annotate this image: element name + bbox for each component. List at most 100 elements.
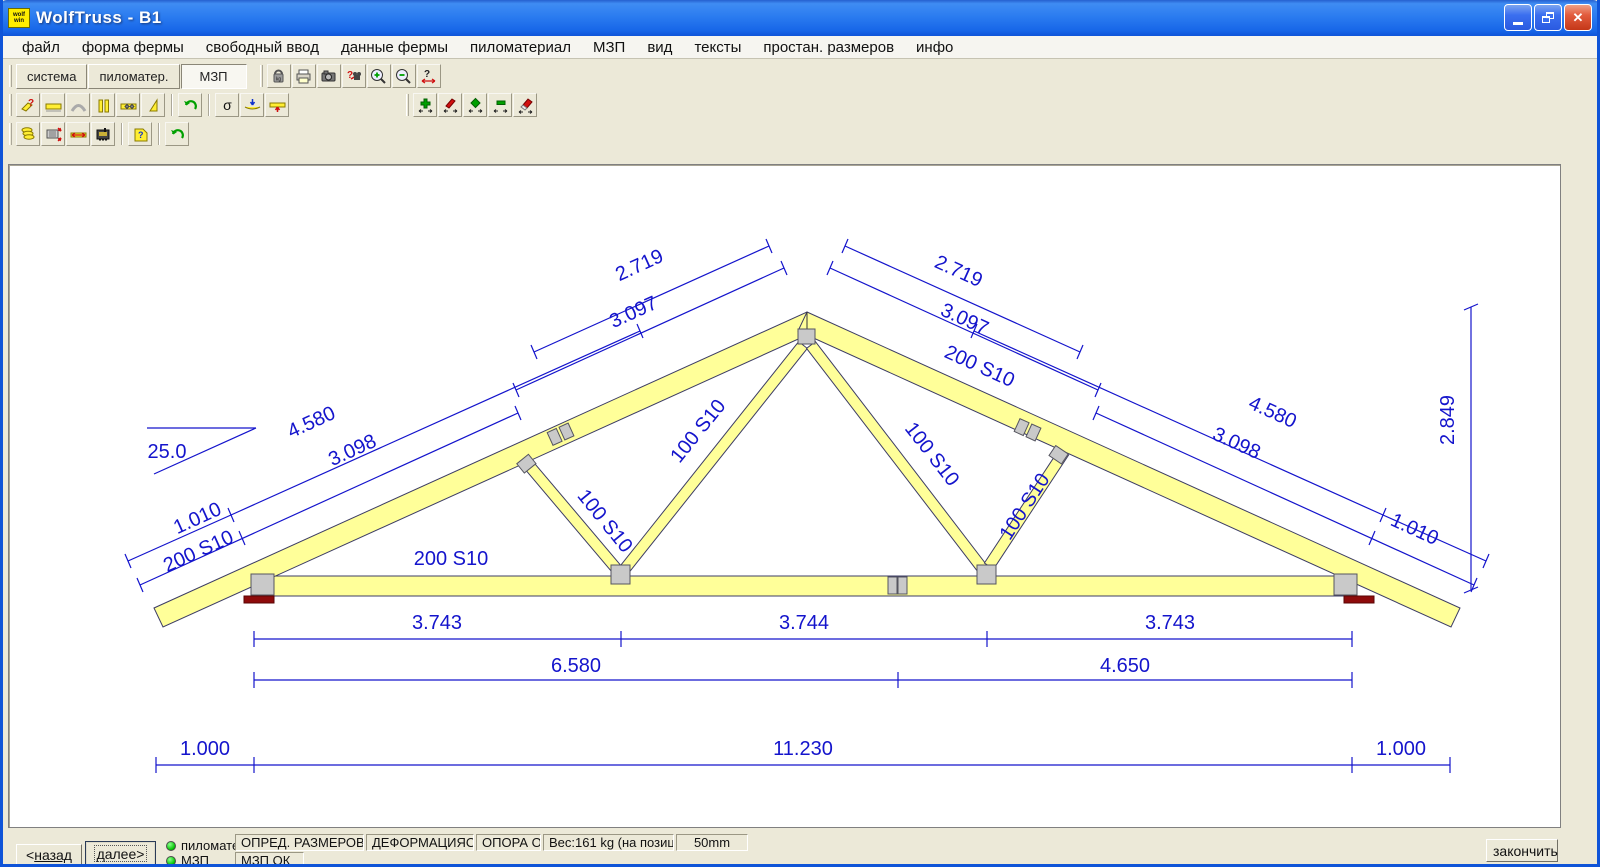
print-icon (293, 66, 314, 87)
toolbar-row-tabs: системапиломатер.МЗП kg?? (3, 62, 1597, 90)
edit-plate-icon (440, 95, 461, 116)
chord-icon (43, 95, 64, 116)
member-help-button[interactable]: ? (16, 93, 40, 117)
node-plate-button[interactable] (463, 93, 487, 117)
menu-item-9[interactable]: простан. размеров (752, 37, 905, 58)
support-reaction-button[interactable] (265, 93, 289, 117)
keyboard-move-icon (43, 124, 64, 145)
toolbar-row-tools: ? (3, 120, 1597, 148)
menu-item-7[interactable]: вид (636, 37, 683, 58)
dim-label: 3.097 (937, 299, 992, 340)
next-button[interactable]: далее> (85, 841, 156, 866)
menu-bar: файлформа фермысвободный вводданные ферм… (3, 36, 1597, 59)
menu-item-6[interactable]: МЗП (582, 37, 636, 58)
toolbar-grip[interactable] (9, 123, 12, 145)
tab-пиломатер.[interactable]: пиломатер. (88, 64, 179, 89)
deflection-button[interactable] (240, 93, 264, 117)
print-button[interactable] (292, 64, 316, 88)
stamp-button[interactable] (91, 122, 115, 146)
zoom-out-button[interactable] (392, 64, 416, 88)
dim-label: 1.000 (1376, 738, 1426, 760)
chord-button[interactable] (41, 93, 65, 117)
measure-help-button[interactable]: ? (417, 64, 441, 88)
dim-label: 3.743 (412, 612, 462, 634)
keyboard-move-button[interactable] (41, 122, 65, 146)
indicator-lumber: пиломате (166, 838, 239, 853)
menu-item-2[interactable]: форма фермы (71, 37, 195, 58)
status-cell-support: ОПОРА ОК (476, 834, 541, 851)
menu-item-10[interactable]: инфо (905, 37, 964, 58)
app-window: wolfwin WolfTruss - B1 ✕ файлформа фермы… (0, 0, 1600, 867)
posts-button[interactable] (91, 93, 115, 117)
dim-label: 4.580 (284, 402, 339, 443)
weight-button[interactable]: kg (267, 64, 291, 88)
spring-button[interactable] (16, 122, 40, 146)
weight-icon: kg (268, 66, 289, 87)
finish-button[interactable]: закончить (1486, 839, 1558, 862)
wedge-icon (143, 95, 164, 116)
minimize-button[interactable] (1504, 4, 1532, 31)
arch-button[interactable] (66, 93, 90, 117)
posts-icon (93, 95, 114, 116)
toolbar-grip[interactable] (9, 65, 12, 87)
undo-button[interactable] (165, 122, 189, 146)
menu-item-5[interactable]: пиломатериал (459, 37, 582, 58)
toolbar-area: системапиломатер.МЗП kg?? ? σ ? (3, 60, 1597, 164)
back-button[interactable]: <назад (16, 844, 82, 866)
toolbar-grip[interactable] (260, 65, 263, 87)
restore-button[interactable] (1534, 4, 1562, 31)
dim-label: 2.849 (1437, 395, 1459, 445)
undo-button[interactable] (178, 93, 202, 117)
zoom-in-button[interactable] (367, 64, 391, 88)
menu-item-4[interactable]: данные фермы (330, 37, 459, 58)
dim-label: 3.744 (779, 612, 829, 634)
eraser-icon (515, 95, 536, 116)
tab-МЗП[interactable]: МЗП (181, 64, 247, 89)
dim-label: 200 S10 (414, 548, 489, 570)
dim-label: 2.719 (612, 245, 667, 286)
status-cell-scale: 50mm (676, 834, 748, 851)
window-title: WolfTruss - B1 (36, 8, 162, 28)
dim-label: 3.743 (1145, 612, 1195, 634)
zoom-in-icon (368, 66, 389, 87)
wedge-button[interactable] (141, 93, 165, 117)
zoom-out-icon (393, 66, 414, 87)
dim-label: 1.010 (1387, 509, 1442, 550)
drawing-canvas[interactable]: 2.7193.0974.5803.0981.010200 S102.7193.0… (8, 164, 1561, 828)
member-help-icon: ? (18, 95, 39, 116)
green-dot-icon (166, 841, 176, 851)
tag-help-button[interactable]: ? (128, 122, 152, 146)
node-plate-icon (465, 95, 486, 116)
app-icon: wolfwin (8, 8, 30, 28)
sigma-button[interactable]: σ (215, 93, 239, 117)
spring-icon (18, 124, 39, 145)
beam-joints-button[interactable] (116, 93, 140, 117)
svg-text:?: ? (424, 69, 430, 80)
undo-icon (167, 124, 188, 145)
tab-система[interactable]: система (16, 64, 87, 89)
width-arrows-button[interactable] (66, 122, 90, 146)
video-help-button[interactable]: ? (342, 64, 366, 88)
svg-text:σ: σ (223, 97, 232, 113)
width-arrows-icon (68, 124, 89, 145)
menu-item-3[interactable]: свободный ввод (195, 37, 330, 58)
close-button[interactable]: ✕ (1564, 4, 1592, 31)
remove-plate-button[interactable] (488, 93, 512, 117)
undo-icon (180, 95, 201, 116)
camera-button[interactable] (317, 64, 341, 88)
indicator-mzp: МЗП (166, 853, 209, 867)
status-cell-weight: Вес:161 kg (на позицию) (543, 834, 674, 851)
menu-item-8[interactable]: тексты (683, 37, 752, 58)
menu-item-1[interactable]: файл (11, 37, 71, 58)
tag-help-icon: ? (130, 124, 151, 145)
toolbar-grip[interactable] (406, 94, 409, 116)
dim-label: 3.097 (606, 292, 661, 333)
svg-text:?: ? (347, 70, 353, 81)
svg-text:kg: kg (276, 76, 282, 82)
svg-text:?: ? (138, 130, 144, 140)
add-plate-button[interactable] (413, 93, 437, 117)
toolbar-grip[interactable] (9, 94, 12, 116)
edit-plate-button[interactable] (438, 93, 462, 117)
eraser-button[interactable] (513, 93, 537, 117)
status-bar: <назад далее> пиломате МЗП ОПРЕД. РАЗМЕР… (3, 828, 1597, 867)
